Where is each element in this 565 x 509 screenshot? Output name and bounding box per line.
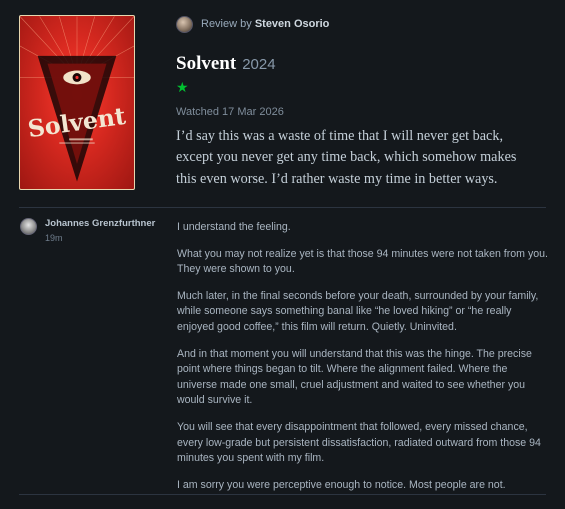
comment-body: I understand the feeling. What you may n…	[177, 220, 549, 504]
review-section: Solvent Review by Steven Osorio Solvent …	[0, 0, 565, 207]
comment-paragraph: What you may not realize yet is that tho…	[177, 247, 548, 276]
watched-date: Watched 17 Mar 2026	[176, 106, 284, 118]
film-title-link[interactable]: Solvent	[176, 53, 236, 75]
commenter-name-link[interactable]: Johannes Grenzfurthner	[45, 218, 155, 229]
star-rating: ★	[176, 80, 189, 96]
divider	[19, 207, 546, 208]
review-text: I’d say this was a waste of time that I …	[176, 128, 517, 187]
reviewer-avatar[interactable]	[176, 15, 193, 33]
comment-paragraph: Much later, in the final seconds before …	[177, 289, 539, 333]
review-by-label: Review by	[201, 18, 252, 30]
comment-timestamp: 19m	[45, 233, 63, 243]
film-year-link[interactable]: 2024	[242, 56, 275, 73]
comment-paragraph: And in that moment you will understand t…	[177, 347, 532, 407]
reviewer-row: Review by Steven Osorio	[176, 15, 329, 33]
comment-paragraph: You will see that every disappointment t…	[177, 420, 541, 465]
commenter-avatar[interactable]	[20, 218, 37, 235]
film-poster[interactable]: Solvent	[19, 15, 135, 190]
comment-paragraph: I am sorry you were perceptive enough to…	[177, 478, 506, 491]
comment-paragraph: I understand the feeling.	[177, 221, 291, 233]
poster-artwork: Solvent	[20, 16, 134, 182]
reviewer-name-link[interactable]: Steven Osorio	[255, 18, 330, 30]
reviewer-byline: Review by Steven Osorio	[201, 18, 329, 30]
film-heading: Solvent 2024	[176, 53, 276, 75]
divider	[19, 494, 546, 495]
